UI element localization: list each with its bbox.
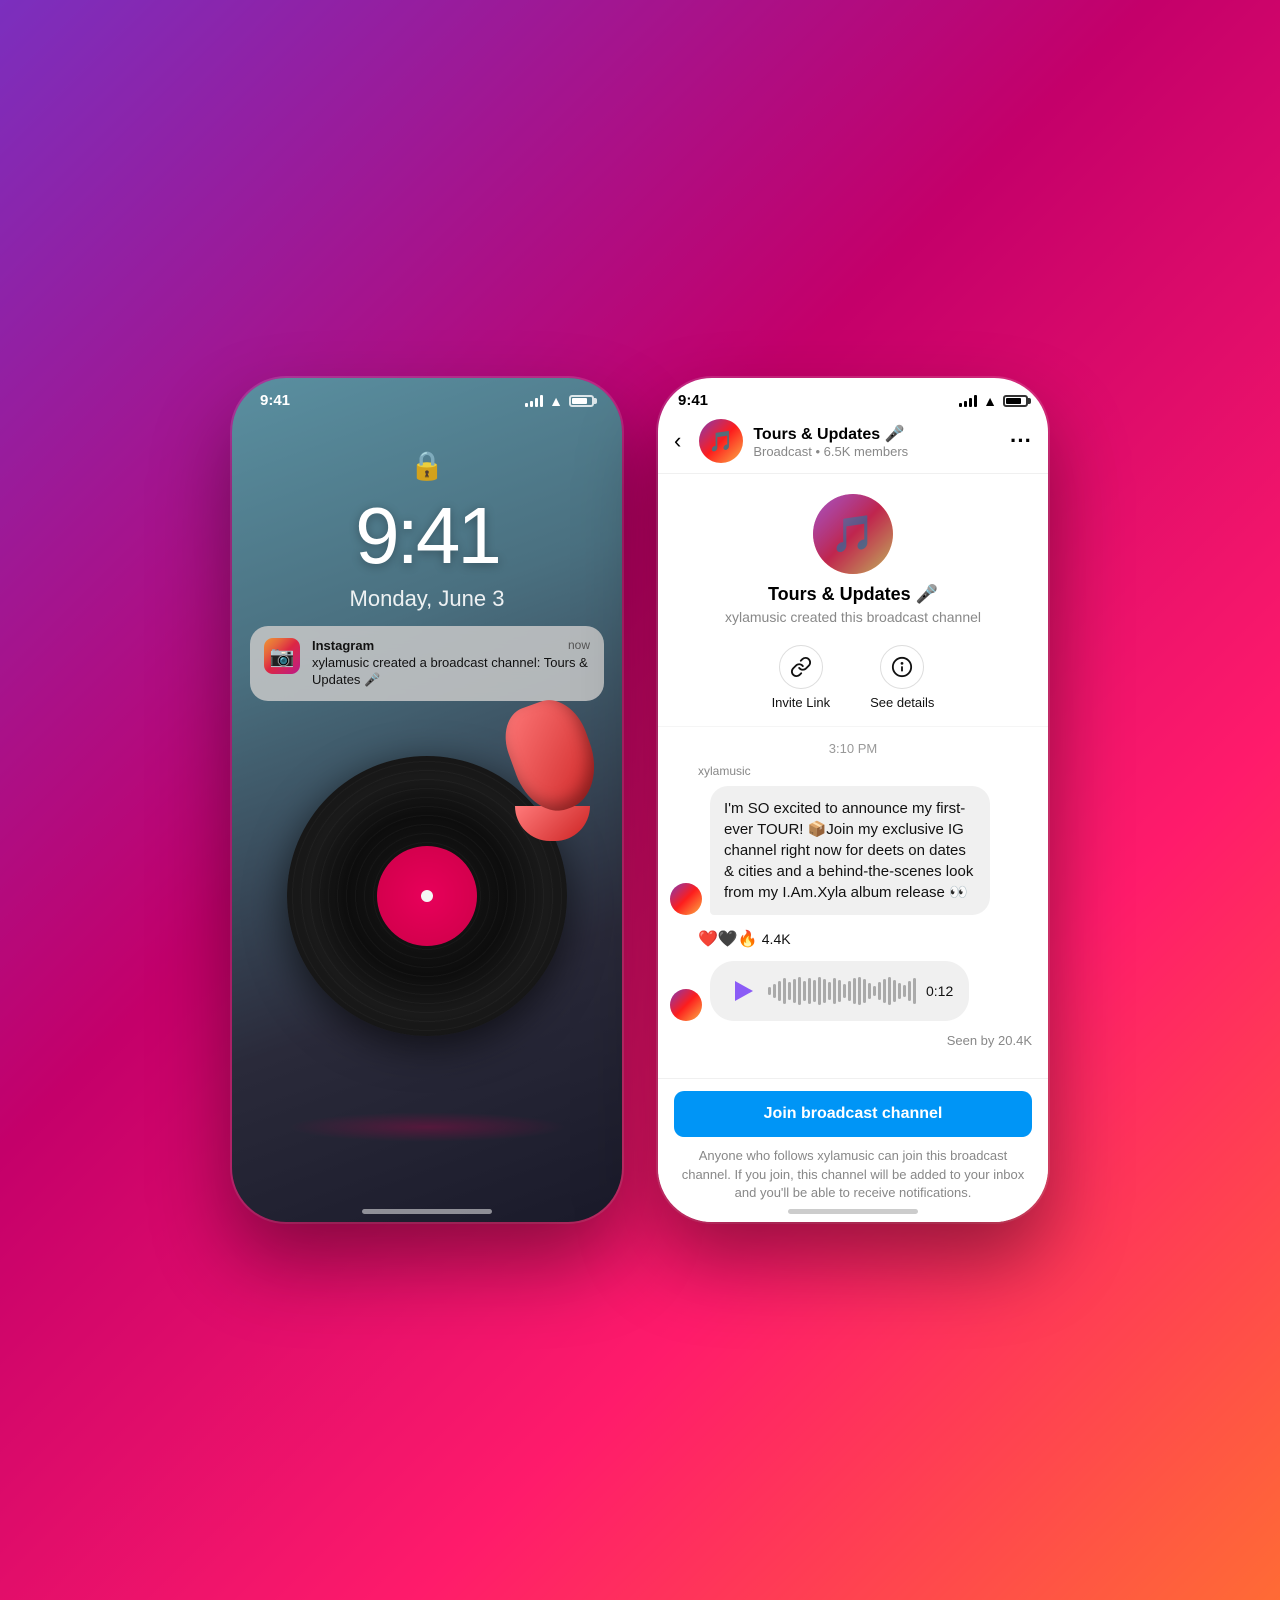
text-message-bubble: I'm SO excited to announce my first-ever… [710,786,990,915]
notification-time: now [568,638,590,653]
invite-link-button[interactable]: Invite Link [772,645,831,710]
instagram-app-icon: 📷 [264,638,300,674]
sender-avatar-voice [670,989,702,1021]
lock-status-icons: ▲ [525,393,594,409]
lock-icon-container: 🔒 [232,449,622,482]
reaction-count: 4.4K [762,931,791,947]
sender-avatar [670,883,702,915]
see-details-icon [880,645,924,689]
message-sender-label: xylamusic [658,764,1048,778]
ig-wifi-icon: ▲ [983,393,997,409]
lock-time: 9:41 [260,392,290,409]
invite-link-icon [779,645,823,689]
channel-info-section: 🎵 Tours & Updates 🎤 xylamusic created th… [658,474,1048,727]
play-button[interactable] [726,975,758,1007]
lock-status-bar: 9:41 ▲ [232,378,622,409]
vinyl-center [421,890,433,902]
notification-text: xylamusic created a broadcast channel: T… [312,655,590,689]
record-reflection [287,1112,567,1142]
vinyl-label [377,846,477,946]
play-icon [735,981,753,1001]
home-indicator [362,1209,492,1214]
channel-big-avatar: 🎵 [813,494,893,574]
see-details-label: See details [870,695,934,710]
channel-avatar-header: 🎵 [699,419,743,463]
lock-date-display: Monday, June 3 [232,586,622,612]
channel-name-header: Tours & Updates 🎤 [753,424,1000,444]
seen-by-label: Seen by 20.4K [658,1029,1048,1056]
lock-time-display: 9:41 [232,490,622,582]
back-button[interactable]: ‹ [674,424,689,458]
left-phone: 9:41 ▲ 🔒 9:41 Monday, June 3 📷 [232,378,622,1222]
channel-meta-header: Broadcast • 6.5K members [753,444,1000,459]
notification-content: Instagram now xylamusic created a broadc… [312,638,590,689]
channel-created-by: xylamusic created this broadcast channel [725,609,981,625]
ig-status-icons: ▲ [959,393,1028,409]
waveform [768,976,916,1006]
time-divider: 3:10 PM [658,727,1048,764]
lock-icon: 🔒 [410,450,445,481]
ig-chat-area: 🎵 Tours & Updates 🎤 xylamusic created th… [658,474,1048,1076]
wifi-icon: ▲ [549,393,563,409]
voice-message-bubble[interactable]: 0:12 [710,961,969,1021]
invite-link-label: Invite Link [772,695,831,710]
join-broadcast-button[interactable]: Join broadcast channel [674,1091,1032,1137]
reaction-emojis: ❤️🖤🔥 [698,929,758,949]
ig-battery-icon [1003,395,1028,407]
ig-header: ‹ 🎵 Tours & Updates 🎤 Broadcast • 6.5K m… [658,409,1048,474]
ig-bottom-cta: Join broadcast channel Anyone who follow… [658,1078,1048,1222]
voice-message-row: 0:12 [658,957,1048,1025]
ig-time: 9:41 [678,392,708,409]
right-phone: 9:41 ▲ ‹ 🎵 Tours & Updates 🎤 Broadcast •… [658,378,1048,1222]
vinyl-area [232,721,622,1071]
channel-full-name: Tours & Updates 🎤 [768,584,938,605]
ig-signal-icon [959,395,977,407]
hand-illustration [512,701,592,841]
notification-banner[interactable]: 📷 Instagram now xylamusic created a broa… [250,626,604,701]
ig-status-bar: 9:41 ▲ [658,378,1048,409]
home-indicator-right [788,1209,918,1214]
message-reactions[interactable]: ❤️🖤🔥 4.4K [658,929,1048,949]
channel-actions: Invite Link See details [772,645,935,710]
signal-icon [525,395,543,407]
channel-info-header: Tours & Updates 🎤 Broadcast • 6.5K membe… [753,424,1000,459]
text-message-row: I'm SO excited to announce my first-ever… [658,782,1048,919]
instagram-logo: 📷 [270,644,295,669]
voice-duration: 0:12 [926,983,953,999]
see-details-button[interactable]: See details [870,645,934,710]
join-description: Anyone who follows xylamusic can join th… [674,1147,1032,1202]
more-options-button[interactable]: ··· [1010,428,1032,454]
battery-icon [569,395,594,407]
notification-app-name: Instagram [312,638,374,653]
